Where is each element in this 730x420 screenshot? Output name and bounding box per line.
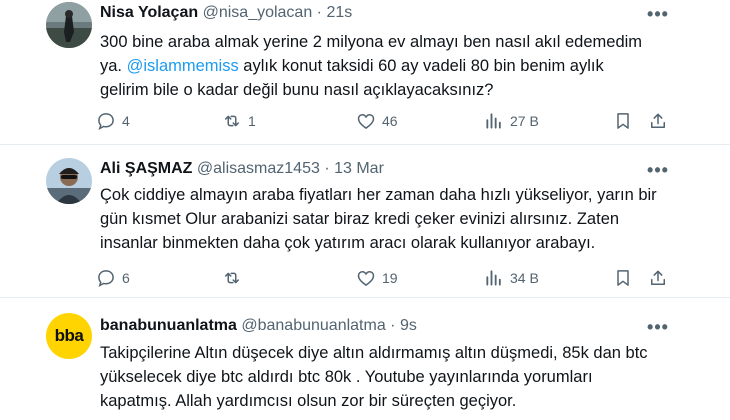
tweet-header: Ali ŞAŞMAZ @alisasmaz1453 · 13 Mar bbox=[100, 160, 384, 178]
timestamp[interactable]: 9s bbox=[400, 317, 417, 334]
like-button[interactable]: 46 bbox=[356, 109, 398, 133]
action-bar: 6 19 34 B bbox=[96, 266, 676, 290]
tweet-3[interactable]: bba banabunuanlatma @banabunuanlatma · 9… bbox=[0, 298, 730, 420]
reply-count: 4 bbox=[122, 113, 130, 129]
tweet-2[interactable]: Ali ŞAŞMAZ @alisasmaz1453 · 13 Mar ••• Ç… bbox=[0, 145, 730, 296]
tweet-line: ya. @islammemiss aylık konut taksidi 60 … bbox=[100, 54, 700, 78]
retweet-icon bbox=[225, 272, 239, 284]
reply-button[interactable]: 4 bbox=[96, 109, 130, 133]
views-count: 34 B bbox=[510, 270, 539, 286]
tweet-line: gün kısmet Olur arabanizi satar biraz kr… bbox=[100, 210, 620, 228]
tweet-line: Çok ciddiye almayın araba fiyatları her … bbox=[100, 186, 657, 204]
share-button[interactable] bbox=[648, 266, 668, 290]
views-icon bbox=[486, 270, 501, 286]
more-icon[interactable]: ••• bbox=[646, 5, 670, 28]
avatar-photo bbox=[46, 158, 92, 204]
bookmark-icon bbox=[617, 113, 629, 129]
share-icon bbox=[651, 270, 665, 285]
reply-button[interactable]: 6 bbox=[96, 266, 130, 290]
author-handle[interactable]: @nisa_yolacan bbox=[203, 4, 313, 21]
avatar-logo-text: bba bbox=[54, 326, 84, 345]
tweet-line: gelirim bile o kadar değil bunu nasıl aç… bbox=[100, 81, 494, 99]
reply-icon bbox=[98, 113, 114, 131]
like-icon bbox=[357, 113, 375, 129]
views-count: 27 B bbox=[510, 113, 539, 129]
tweet-line: Takipçilerine Altın düşecek diye altın a… bbox=[100, 344, 648, 362]
bookmark-icon bbox=[617, 270, 629, 286]
retweet-icon bbox=[225, 115, 239, 127]
tweet-1[interactable]: Nisa Yolaçan @nisa_yolacan · 21s ••• 300… bbox=[0, 0, 730, 144]
like-icon bbox=[357, 270, 375, 286]
author-name[interactable]: banabunuanlatma bbox=[100, 317, 237, 334]
mention-link[interactable]: @islammemiss bbox=[127, 57, 239, 75]
timestamp[interactable]: 21s bbox=[326, 4, 352, 21]
tweet-header: Nisa Yolaçan @nisa_yolacan · 21s bbox=[100, 4, 352, 22]
tweet-text: 300 bine araba almak yerine 2 milyona ev… bbox=[100, 30, 700, 102]
separator-dot: · bbox=[390, 317, 396, 334]
tweet-text-segment: aylık konut taksidi 60 ay vadeli 80 bin … bbox=[238, 57, 604, 75]
retweet-count: 1 bbox=[248, 113, 256, 129]
timestamp[interactable]: 13 Mar bbox=[334, 160, 384, 177]
retweet-button[interactable]: 1 bbox=[222, 109, 256, 133]
avatar-photo bbox=[46, 2, 92, 48]
action-bar: 4 1 46 27 B bbox=[96, 109, 676, 133]
author-handle[interactable]: @banabunuanlatma bbox=[241, 317, 385, 334]
reply-icon bbox=[98, 270, 114, 288]
bookmark-button[interactable] bbox=[613, 266, 633, 290]
avatar[interactable] bbox=[46, 2, 92, 48]
more-icon[interactable]: ••• bbox=[646, 318, 670, 341]
views-button[interactable]: 34 B bbox=[484, 266, 539, 290]
tweet-line: yükselecek diye btc aldırdı btc 80k . Yo… bbox=[100, 368, 593, 386]
author-name[interactable]: Nisa Yolaçan bbox=[100, 4, 198, 21]
retweet-button[interactable] bbox=[222, 266, 248, 290]
like-count: 19 bbox=[382, 270, 398, 286]
author-name[interactable]: Ali ŞAŞMAZ bbox=[100, 160, 192, 177]
reply-count: 6 bbox=[122, 270, 130, 286]
bookmark-button[interactable] bbox=[613, 109, 633, 133]
tweet-line: 300 bine araba almak yerine 2 milyona ev… bbox=[100, 33, 643, 51]
avatar[interactable] bbox=[46, 158, 92, 204]
share-button[interactable] bbox=[648, 109, 668, 133]
author-handle[interactable]: @alisasmaz1453 bbox=[197, 160, 320, 177]
tweet-text: Takipçilerine Altın düşecek diye altın a… bbox=[100, 341, 700, 413]
avatar[interactable]: bba bbox=[46, 313, 92, 359]
tweet-line: insanlar binmekten daha çok yatırım arac… bbox=[100, 234, 596, 252]
separator-dot: · bbox=[324, 160, 330, 177]
views-icon bbox=[486, 113, 501, 129]
tweet-text-segment: ya. bbox=[100, 57, 127, 75]
separator-dot: · bbox=[316, 4, 322, 21]
like-count: 46 bbox=[382, 113, 398, 129]
tweet-header: banabunuanlatma @banabunuanlatma · 9s bbox=[100, 317, 417, 335]
more-icon[interactable]: ••• bbox=[646, 161, 670, 184]
share-icon bbox=[651, 113, 665, 128]
tweet-text: Çok ciddiye almayın araba fiyatları her … bbox=[100, 183, 700, 255]
like-button[interactable]: 19 bbox=[356, 266, 398, 290]
tweet-line: kapatmış. Allah yardımcısı olsun zor bir… bbox=[100, 392, 517, 410]
views-button[interactable]: 27 B bbox=[484, 109, 539, 133]
